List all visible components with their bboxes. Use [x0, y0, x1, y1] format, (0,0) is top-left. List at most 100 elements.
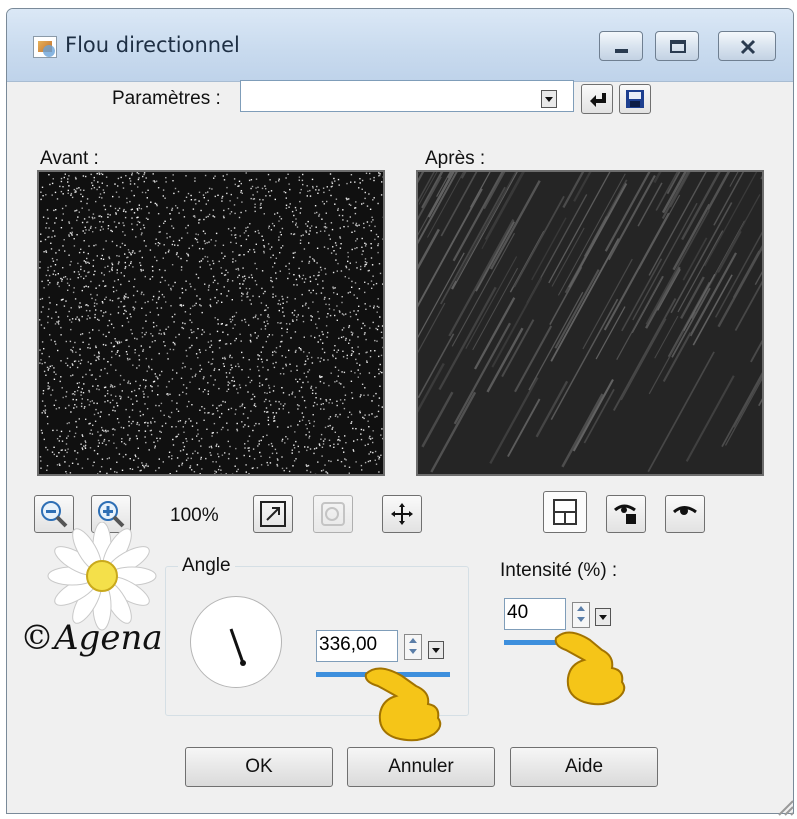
noise-dot — [180, 269, 183, 271]
noise-dot — [182, 327, 185, 330]
noise-dot — [321, 331, 323, 333]
noise-dot — [278, 178, 280, 180]
noise-dot — [293, 214, 295, 217]
noise-dot — [176, 457, 179, 459]
noise-dot — [207, 289, 210, 291]
noise-dot — [309, 256, 311, 258]
noise-dot — [49, 334, 51, 336]
noise-dot — [225, 343, 228, 345]
preview-toggle-button[interactable] — [543, 491, 587, 533]
noise-dot — [142, 390, 144, 393]
help-button[interactable]: Aide — [510, 747, 658, 787]
move-button[interactable] — [382, 495, 422, 533]
noise-dot — [301, 278, 304, 280]
noise-dot — [116, 341, 118, 343]
noise-dot — [110, 394, 112, 396]
noise-dot — [161, 425, 164, 427]
noise-dot — [124, 266, 127, 268]
noise-dot — [132, 403, 134, 405]
noise-dot — [364, 191, 366, 194]
noise-dot — [254, 230, 257, 233]
noise-dot — [288, 206, 290, 208]
noise-dot — [217, 318, 219, 321]
noise-dot — [174, 313, 176, 316]
minimize-button[interactable] — [599, 31, 643, 61]
noise-dot — [294, 206, 297, 209]
noise-dot — [270, 279, 272, 282]
title-bar[interactable]: Flou directionnel — [7, 9, 793, 82]
noise-dot — [363, 394, 365, 396]
after-preview[interactable] — [416, 170, 764, 476]
noise-dot — [253, 251, 256, 253]
noise-dot — [209, 264, 211, 266]
noise-dot — [159, 281, 162, 283]
noise-dot — [41, 432, 43, 434]
noise-dot — [116, 418, 119, 420]
noise-dot — [40, 359, 42, 361]
noise-dot — [207, 341, 210, 343]
noise-dot — [267, 323, 269, 325]
noise-dot — [95, 408, 97, 411]
noise-dot — [96, 303, 98, 305]
ok-button[interactable]: OK — [185, 747, 333, 787]
noise-dot — [93, 305, 96, 307]
parameters-select[interactable] — [240, 80, 574, 112]
noise-dot — [138, 354, 140, 357]
noise-dot — [186, 453, 188, 455]
noise-dot — [358, 288, 361, 290]
noise-dot — [139, 384, 141, 387]
reset-button[interactable] — [581, 84, 613, 114]
noise-dot — [144, 387, 146, 389]
noise-dot — [134, 337, 136, 340]
eye-lock-button[interactable] — [606, 495, 646, 533]
noise-dot — [220, 267, 222, 269]
noise-dot — [103, 204, 105, 207]
before-preview[interactable] — [37, 170, 385, 476]
angle-dial[interactable] — [190, 596, 282, 688]
noise-dot — [60, 190, 63, 193]
noise-dot — [356, 225, 358, 227]
noise-dot — [120, 176, 122, 179]
noise-dot — [371, 437, 374, 439]
blur-streak — [669, 172, 691, 208]
noise-dot — [307, 190, 309, 192]
noise-dot — [333, 287, 336, 289]
noise-dot — [275, 412, 278, 414]
hand-tool-button[interactable] — [313, 495, 353, 533]
noise-dot — [268, 316, 270, 319]
noise-dot — [224, 401, 226, 403]
parameters-dropdown-button[interactable] — [541, 90, 557, 108]
eye-button[interactable] — [665, 495, 705, 533]
noise-dot — [202, 258, 204, 260]
noise-dot — [143, 293, 145, 296]
noise-dot — [162, 257, 164, 259]
noise-dot — [326, 316, 328, 318]
noise-dot — [170, 289, 172, 291]
noise-dot — [124, 253, 126, 255]
noise-dot — [180, 266, 183, 268]
noise-dot — [290, 425, 292, 427]
fit-button[interactable] — [253, 495, 293, 533]
noise-dot — [187, 253, 189, 256]
noise-dot — [57, 273, 59, 275]
noise-dot — [281, 355, 283, 357]
maximize-button[interactable] — [655, 31, 699, 61]
noise-dot — [128, 280, 130, 282]
noise-dot — [42, 216, 45, 218]
noise-dot — [178, 333, 180, 336]
noise-dot — [222, 244, 225, 246]
noise-dot — [264, 328, 267, 330]
cancel-button[interactable]: Annuler — [347, 747, 495, 787]
close-button[interactable] — [718, 31, 776, 61]
save-button[interactable] — [619, 84, 651, 114]
noise-dot — [153, 380, 156, 383]
noise-dot — [370, 257, 373, 259]
noise-dot — [369, 460, 371, 462]
noise-dot — [71, 227, 73, 229]
noise-dot — [65, 471, 67, 473]
after-label: Après : — [425, 148, 486, 169]
noise-dot — [348, 325, 351, 327]
resize-grip-icon[interactable] — [775, 797, 795, 817]
noise-dot — [81, 434, 83, 436]
noise-dot — [116, 272, 118, 274]
